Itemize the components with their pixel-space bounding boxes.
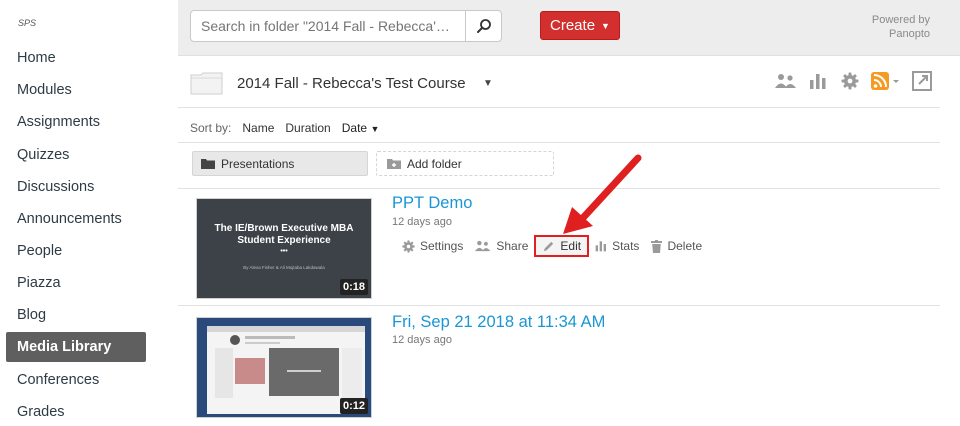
settings-gear-icon [402, 239, 415, 253]
caret-down-icon: ▼ [601, 20, 610, 31]
thumbnail-title: The IE/Brown Executive MBA Student Exper… [197, 223, 371, 256]
folder-icon [190, 72, 223, 95]
sidebar-item-media-library[interactable]: Media Library [6, 332, 146, 362]
folder-title[interactable]: 2014 Fall - Rebecca's Test Course [237, 75, 466, 92]
search-input[interactable] [191, 11, 465, 41]
add-folder-icon [387, 159, 401, 169]
folder-settings-gear-icon[interactable] [839, 70, 861, 92]
create-label: Create [550, 17, 596, 34]
session-thumbnail[interactable]: The IE/Brown Executive MBA Student Exper… [196, 198, 372, 299]
duration-badge: 0:18 [339, 279, 368, 295]
sort-by-date[interactable]: Date ▼ [342, 121, 380, 135]
add-folder-label: Add folder [407, 156, 462, 171]
sort-descending-icon: ▼ [370, 124, 380, 134]
thumbnail-title-line1: The IE/Brown Executive MBA [214, 223, 354, 234]
search-icon [476, 19, 491, 33]
settings-action[interactable]: Settings [396, 235, 469, 257]
session-age: 12 days ago [392, 334, 452, 346]
open-external-icon[interactable] [911, 70, 933, 92]
panopto-toolbar: Create ▼ Powered by Panopto [178, 0, 960, 56]
divider [178, 142, 940, 143]
presentations-folder-button[interactable]: Presentations [192, 151, 368, 176]
sort-by-duration[interactable]: Duration [285, 121, 330, 135]
search-button[interactable] [465, 11, 501, 41]
sidebar-item-home[interactable]: Home [6, 43, 146, 73]
sort-label: Sort by: [190, 121, 232, 135]
duration-badge: 0:12 [339, 398, 368, 414]
media-library-panel: Create ▼ Powered by Panopto 2014 Fall - … [178, 0, 960, 426]
folder-icon [201, 159, 215, 169]
session-title[interactable]: Fri, Sep 21 2018 at 11:34 AM [392, 313, 605, 332]
delete-label: Delete [667, 239, 703, 253]
sidebar-item-people[interactable]: People [6, 236, 146, 266]
sidebar-item-grades[interactable]: Grades [6, 397, 146, 426]
sort-by-name[interactable]: Name [242, 121, 274, 135]
add-folder-button[interactable]: Add folder [376, 151, 554, 176]
session-age: 12 days ago [392, 216, 452, 228]
share-people-icon [475, 240, 491, 252]
thumbnail-title-line2: Student Experience [237, 235, 331, 246]
powered-by-panopto: Powered by Panopto [872, 13, 930, 41]
settings-label: Settings [420, 239, 464, 253]
sidebar-item-modules[interactable]: Modules [6, 75, 146, 105]
course-sidebar: SPS Home Modules Assignments Quizzes Dis… [0, 0, 178, 426]
share-label: Share [496, 239, 529, 253]
divider [178, 107, 940, 108]
course-code: SPS [18, 18, 37, 28]
session-actions: Settings Share Edit Stats Delete [396, 235, 708, 257]
session-title[interactable]: PPT Demo [392, 194, 472, 213]
session-thumbnail[interactable]: 0:12 [196, 317, 372, 418]
sidebar-item-quizzes[interactable]: Quizzes [6, 140, 146, 170]
sidebar-item-announcements[interactable]: Announcements [6, 204, 146, 234]
session-row: 0:12 Fri, Sep 21 2018 at 11:34 AM 12 day… [178, 306, 940, 426]
sidebar-item-piazza[interactable]: Piazza [6, 268, 146, 298]
sidebar-item-assignments[interactable]: Assignments [6, 107, 146, 137]
sort-by-date-label: Date [341, 121, 368, 135]
powered-line1: Powered by [871, 14, 930, 26]
powered-line2: Panopto [889, 28, 930, 40]
presentations-label: Presentations [221, 156, 295, 171]
pencil-icon [544, 241, 554, 251]
share-action[interactable]: Share [469, 235, 534, 257]
create-button[interactable]: Create ▼ [540, 11, 620, 40]
annotation-arrow [563, 154, 642, 234]
sort-bar: Sort by: Name Duration Date ▼ [190, 121, 379, 135]
sidebar-item-conferences[interactable]: Conferences [6, 365, 146, 395]
folder-actions [775, 70, 933, 92]
thumbnail-subtitle: By Alexa Fisher & Ali Mujtaba Lakdawala [243, 265, 325, 270]
folder-search [190, 10, 502, 42]
rss-feed-icon[interactable] [871, 70, 901, 92]
folder-header: 2014 Fall - Rebecca's Test Course ▼ [190, 68, 945, 100]
thumbnail-dots: ••• [280, 248, 288, 255]
folder-dropdown-icon[interactable]: ▼ [483, 78, 493, 89]
folder-sharing-icon[interactable] [775, 70, 797, 92]
sidebar-item-blog[interactable]: Blog [6, 300, 146, 330]
sidebar-item-discussions[interactable]: Discussions [6, 172, 146, 202]
folder-stats-icon[interactable] [807, 70, 829, 92]
